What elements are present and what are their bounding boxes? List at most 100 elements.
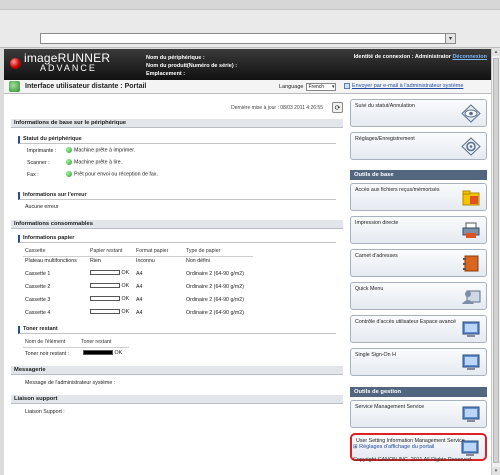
status-value-scanner: Machine prête à lire. bbox=[66, 159, 122, 165]
envelope-icon bbox=[344, 83, 350, 89]
refresh-icon[interactable]: ⟳ bbox=[332, 102, 343, 113]
section-header: Messagerie bbox=[11, 366, 343, 375]
browser-chrome: ▾ bbox=[0, 0, 500, 48]
status-ok-icon bbox=[66, 159, 72, 165]
paper-row-remaining: OK bbox=[90, 283, 129, 289]
paper-level-bar bbox=[90, 296, 120, 302]
paper-level-bar bbox=[90, 270, 120, 276]
toner-label: Toner noir restant : bbox=[25, 351, 70, 357]
monitor-icon bbox=[461, 440, 479, 456]
paper-row-type: Non défini bbox=[186, 258, 210, 264]
paper-row-type: Ordinaire 2 (64-90 g/m2) bbox=[186, 297, 244, 303]
header-bar: imageRUNNER ADVANCE Nom du périphérique … bbox=[4, 49, 491, 80]
management-header: Outils de gestion bbox=[350, 387, 487, 397]
status-monitor-card[interactable]: Suivi du statut/Annulation bbox=[350, 99, 487, 127]
device-status-header: Statut du périphérique bbox=[18, 136, 336, 144]
paper-row-name: Cassette 1 bbox=[25, 271, 51, 277]
status-value-printer: Machine prête à imprimer. bbox=[66, 147, 135, 153]
status-value-fax: Prêt pour envoi ou réception de fax. bbox=[66, 171, 158, 177]
section-header: Liaison support bbox=[11, 395, 343, 404]
device-name-label: Nom du périphérique : bbox=[146, 55, 205, 61]
file-access-card[interactable]: Accès aux fichiers reçus/mémorisés bbox=[350, 183, 487, 211]
address-book-icon bbox=[463, 255, 479, 272]
vertical-scrollbar[interactable]: ▴ ▾ bbox=[491, 48, 500, 475]
settings-card[interactable]: Réglages/Enregistrement bbox=[350, 132, 487, 160]
portal-settings-link[interactable]: ⊞ Réglages d'affichage du portail bbox=[353, 444, 434, 450]
eye-icon bbox=[461, 104, 481, 123]
login-info: Identité de connexion : Administrator Dé… bbox=[354, 54, 487, 60]
status-label-scanner: Scanner : bbox=[27, 160, 50, 166]
toner-header: Toner restant bbox=[18, 326, 336, 334]
card-label: Suivi du statut/Annulation bbox=[355, 103, 415, 109]
last-update: Dernière mise à jour : 08/03 2011 4:26:5… bbox=[231, 105, 323, 111]
service-management-card[interactable]: Service Management Service bbox=[350, 400, 487, 428]
scroll-up-icon[interactable]: ▴ bbox=[492, 48, 500, 56]
paper-row-name: Cassette 2 bbox=[25, 284, 51, 290]
language-selector: Language French bbox=[279, 83, 337, 91]
user-menu-icon bbox=[462, 290, 481, 304]
paper-row-remaining: OK bbox=[90, 270, 129, 276]
table-divider bbox=[23, 347, 129, 348]
portal-title-bar: Interface utilisateur distante : Portail… bbox=[4, 80, 491, 94]
logo-main-text: imageRUNNER bbox=[24, 51, 111, 65]
logout-link[interactable]: Déconnexion bbox=[452, 54, 487, 60]
paper-col-format: Format papier bbox=[136, 248, 169, 254]
monitor-icon bbox=[462, 406, 480, 422]
paper-row-type: Ordinaire 2 (64-90 g/m2) bbox=[186, 271, 244, 277]
toner-value: OK bbox=[83, 350, 122, 356]
paper-col-cassette: Cassette bbox=[25, 248, 46, 254]
paper-row-format: A4 bbox=[136, 297, 143, 303]
browser-title-bar bbox=[0, 0, 500, 10]
card-label: Service Management Service bbox=[355, 404, 425, 410]
address-book-card[interactable]: Carnet d'adresses bbox=[350, 249, 487, 277]
basic-info-section: Informations de base sur le périphérique bbox=[11, 119, 343, 128]
toner-level-bar bbox=[83, 350, 113, 356]
product-name-label: Nom du produit(Numéro de série) : bbox=[146, 63, 238, 69]
toner-col-remaining: Toner restant bbox=[81, 339, 112, 345]
canon-logo-icon bbox=[10, 57, 21, 69]
language-select[interactable]: French bbox=[306, 83, 337, 91]
address-dropdown-icon[interactable]: ▾ bbox=[445, 34, 455, 43]
paper-row-type: Ordinaire 2 (64-90 g/m2) bbox=[186, 310, 244, 316]
error-value: Aucune erreur bbox=[25, 204, 59, 210]
card-label: Réglages/Enregistrement bbox=[355, 136, 415, 142]
card-label: Quick Menu bbox=[355, 286, 384, 292]
portal-icon bbox=[9, 81, 20, 92]
device-info: Nom du périphérique : Nom du produit(Num… bbox=[146, 54, 237, 78]
status-ok-icon bbox=[66, 147, 72, 153]
logo: imageRUNNER ADVANCE bbox=[10, 51, 111, 73]
scrollbar-thumb[interactable] bbox=[493, 58, 499, 463]
card-label: Single Sign-On H bbox=[355, 352, 396, 358]
toner-col-name: Nom de l'élément bbox=[25, 339, 66, 345]
scroll-down-icon[interactable]: ▾ bbox=[492, 467, 500, 475]
tools-header: Outils de base bbox=[350, 170, 487, 180]
section-header: Informations consommables bbox=[11, 220, 343, 229]
page-title: Interface utilisateur distante : Portail bbox=[25, 83, 147, 90]
gear-icon bbox=[461, 137, 481, 156]
email-admin-link[interactable]: Envoyer par e-mail à l'administrateur sy… bbox=[352, 83, 463, 89]
paper-col-type: Type de papier bbox=[186, 248, 221, 254]
address-bar[interactable]: ▾ bbox=[40, 33, 456, 44]
copyright: Copyright CANON INC. 2011 All Rights Res… bbox=[353, 457, 471, 463]
paper-col-remaining: Papier restant bbox=[90, 248, 123, 254]
card-label: Carnet d'adresses bbox=[355, 253, 398, 259]
messages-section: Messagerie bbox=[11, 366, 343, 375]
direct-print-card[interactable]: Impression directe bbox=[350, 216, 487, 244]
portal-page: imageRUNNER ADVANCE Nom du périphérique … bbox=[4, 49, 491, 475]
location-label: Emplacement : bbox=[146, 71, 186, 77]
table-divider bbox=[23, 256, 253, 257]
status-ok-icon bbox=[66, 171, 72, 177]
paper-row-name: Cassette 3 bbox=[25, 297, 51, 303]
error-header: Informations sur l'erreur bbox=[18, 192, 336, 200]
folder-icon bbox=[462, 190, 480, 206]
support-section: Liaison support bbox=[11, 395, 343, 404]
paper-row-name: Cassette 4 bbox=[25, 310, 51, 316]
paper-row-format: A4 bbox=[136, 271, 143, 277]
quick-menu-card[interactable]: Quick Menu bbox=[350, 282, 487, 310]
card-label: Contrôle d'accès utilisateur Espace avan… bbox=[355, 319, 457, 325]
language-label: Language bbox=[279, 84, 304, 90]
single-sign-on-card[interactable]: Single Sign-On H bbox=[350, 348, 487, 376]
access-control-card[interactable]: Contrôle d'accès utilisateur Espace avan… bbox=[350, 315, 487, 343]
paper-row-remaining: OK bbox=[90, 309, 129, 315]
printer-icon bbox=[462, 222, 480, 238]
